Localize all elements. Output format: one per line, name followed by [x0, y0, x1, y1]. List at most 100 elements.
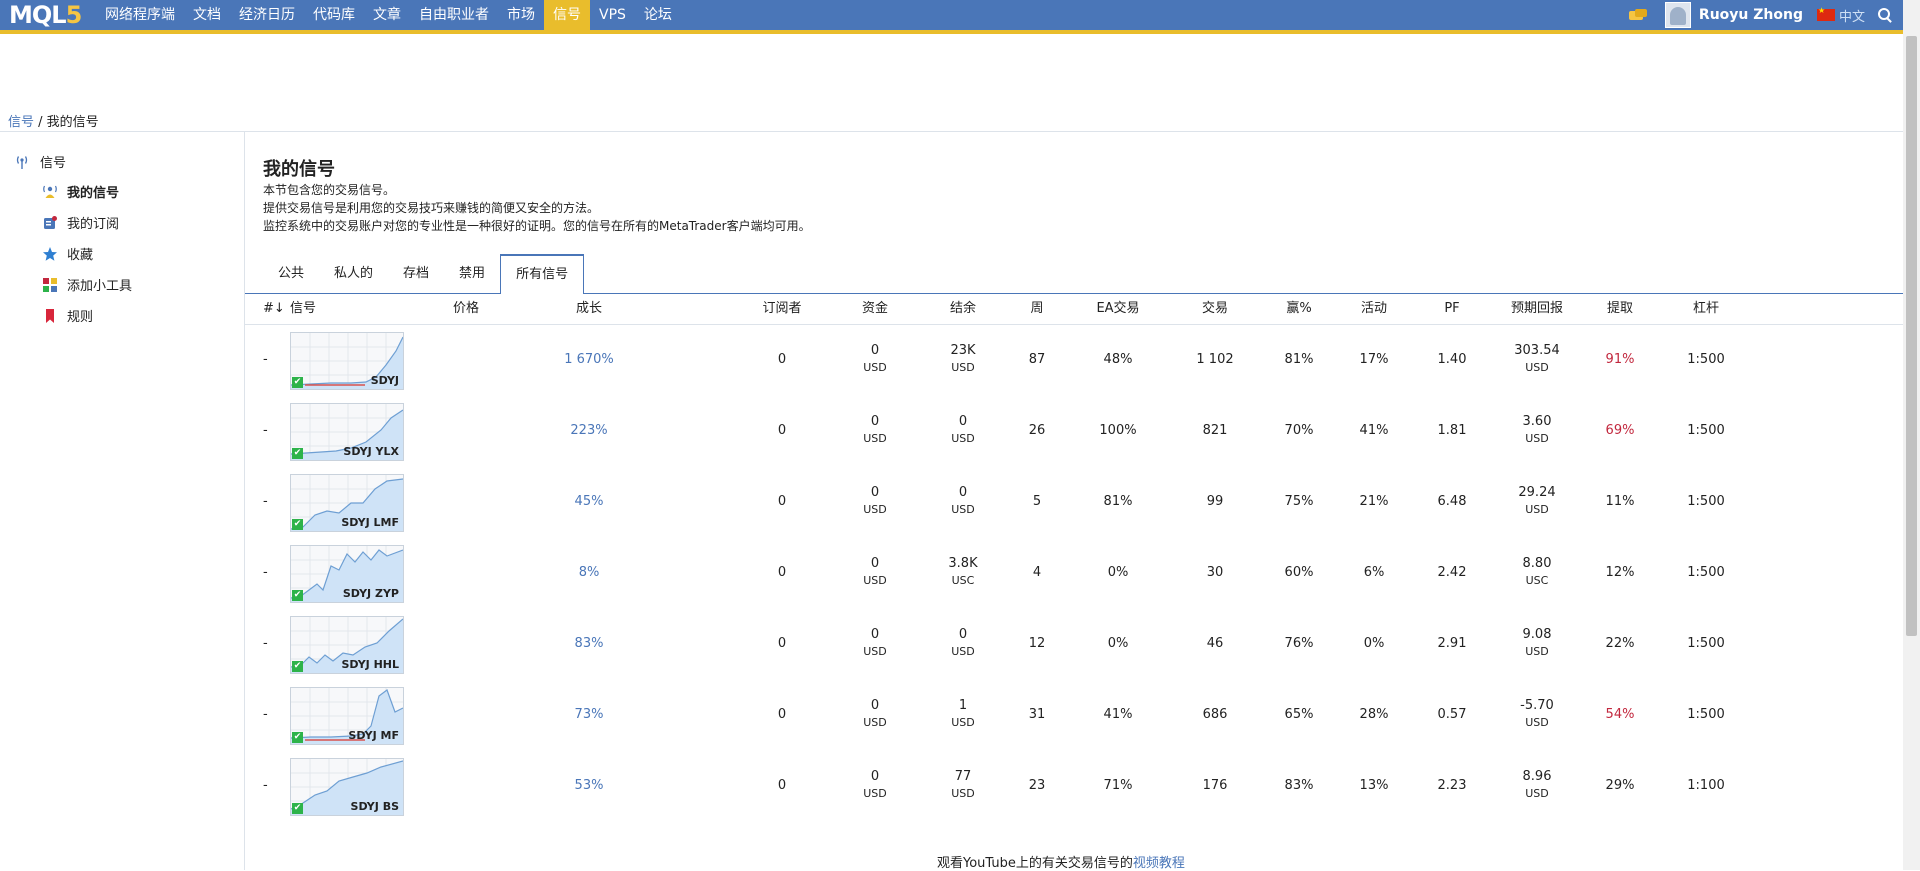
sidebar-item-add-widgets[interactable]: 添加小工具 [42, 275, 132, 294]
signal-chart-thumbnail[interactable]: ✔ SDYJ LMF [290, 474, 404, 532]
column-header-5[interactable]: 资金 [862, 294, 888, 324]
column-header-8[interactable]: EA交易 [1096, 294, 1139, 324]
cell-value: 83% [574, 636, 604, 651]
cell-subs: 0 [778, 777, 786, 794]
signal-chart-thumbnail[interactable]: ✔ SDYJ YLX [290, 403, 404, 461]
language-selector[interactable]: 中文 [1839, 6, 1865, 25]
sidebar-item-rules[interactable]: 规则 [42, 306, 93, 325]
nav-item-0[interactable]: 网络程序端 [96, 0, 184, 30]
tab-0[interactable]: 公共 [263, 255, 319, 293]
signal-name[interactable]: SDYJ MF [348, 729, 399, 742]
sidebar-root-signals[interactable]: 信号 [14, 152, 66, 171]
signal-chart-thumbnail[interactable]: ✔ SDYJ HHL [290, 616, 404, 674]
sidebar-item-my-subscriptions[interactable]: 我的订阅 [42, 213, 119, 232]
nav-item-8[interactable]: VPS [590, 0, 635, 30]
cell-weeks: 23 [1029, 777, 1046, 794]
cell-growth[interactable]: 83% [575, 635, 604, 652]
cell-value: - [263, 565, 268, 580]
cell-trades: 1 102 [1196, 351, 1233, 368]
cell-exp: 303.54 USD [1514, 342, 1560, 376]
table-row[interactable]: ✔ SDYJ - 1 670% 0 0 USD 23K USD 87 48% 1 102 81% 17% 1… [245, 324, 1903, 395]
cell-growth[interactable]: 45% [575, 493, 604, 510]
column-header-0[interactable]: #↓ [263, 294, 285, 324]
footer-note: 观看YouTube上的有关交易信号的视频教程 [937, 852, 1185, 871]
cell-pf: 6.48 [1438, 493, 1467, 510]
cell-dd: 29% [1606, 777, 1635, 794]
column-header-15[interactable]: 杠杆 [1693, 294, 1719, 324]
tab-1[interactable]: 私人的 [319, 255, 388, 293]
user-name-link[interactable]: Ruoyu Zhong [1699, 7, 1803, 23]
table-row[interactable]: ✔ SDYJ HHL - 83% 0 0 USD 0 USD 12 0% 46 76% 0% 2.91 9.0… [245, 608, 1903, 679]
mql5-logo[interactable]: MQL5 [9, 2, 82, 28]
column-header-11[interactable]: 活动 [1361, 294, 1387, 324]
signal-chart-thumbnail[interactable]: ✔ SDYJ BS [290, 758, 404, 816]
signal-name[interactable]: SDYJ HHL [341, 658, 399, 671]
cell-funds: 0 USD [863, 484, 887, 518]
column-header-1[interactable]: 信号 [290, 294, 316, 324]
column-header-14[interactable]: 提取 [1607, 294, 1633, 324]
table-row[interactable]: ✔ SDYJ LMF - 45% 0 0 USD 0 USD 5 81% 99 75% 21% 6.48 29… [245, 466, 1903, 537]
cell-value: - [263, 352, 268, 367]
nav-item-2[interactable]: 经济日历 [230, 0, 304, 30]
sidebar-item-favorites[interactable]: 收藏 [42, 244, 93, 263]
cell-value: 4 [1032, 565, 1042, 580]
tab-4[interactable]: 所有信号 [500, 254, 585, 294]
signal-chart-thumbnail[interactable]: ✔ SDYJ ZYP [290, 545, 404, 603]
nav-item-1[interactable]: 文档 [184, 0, 230, 30]
signal-chart-thumbnail[interactable]: ✔ SDYJ MF [290, 687, 404, 745]
video-tutorial-link[interactable]: 视频教程 [1133, 856, 1185, 871]
cell-value: 1 102 [1196, 352, 1234, 367]
cell-value: 0 [777, 494, 787, 509]
cell-activity: 13% [1360, 777, 1389, 794]
nav-item-3[interactable]: 代码库 [304, 0, 364, 30]
nav-item-4[interactable]: 文章 [364, 0, 410, 30]
table-row[interactable]: ✔ SDYJ MF - 73% 0 0 USD 1 USD 31 41% 686 65% 28% 0.57 -… [245, 679, 1903, 750]
cell-growth[interactable]: 1 670% [564, 351, 614, 368]
cell-value: 0 [870, 769, 880, 784]
cell-growth[interactable]: 8% [579, 564, 600, 581]
table-row[interactable]: ✔ SDYJ ZYP - 8% 0 0 USD 3.8K USC 4 0% 30 60% 6% 2.42 8.… [245, 537, 1903, 608]
nav-item-9[interactable]: 论坛 [635, 0, 681, 30]
scrollbar-thumb[interactable] [1906, 36, 1917, 636]
tab-2[interactable]: 存档 [388, 255, 444, 293]
breadcrumb-signals-link[interactable]: 信号 [8, 115, 34, 130]
column-header-10[interactable]: 赢% [1286, 294, 1311, 324]
table-row[interactable]: ✔ SDYJ YLX - 223% 0 0 USD 0 USD 26 100% 821 70% 41% 1.… [245, 395, 1903, 466]
cart-icon[interactable] [1628, 9, 1647, 21]
column-header-3[interactable]: 成长 [576, 294, 602, 324]
search-icon[interactable] [1877, 7, 1893, 23]
avatar[interactable] [1664, 2, 1691, 28]
column-header-12[interactable]: PF [1444, 294, 1459, 324]
nav-item-5[interactable]: 自由职业者 [410, 0, 498, 30]
cell-value: 821 [1202, 423, 1228, 438]
cell-growth[interactable]: 73% [575, 706, 604, 723]
verified-check-icon: ✔ [292, 661, 303, 672]
sidebar-item-my-signals[interactable]: 我的信号 [42, 182, 119, 201]
column-header-6[interactable]: 结余 [950, 294, 976, 324]
signal-name[interactable]: SDYJ YLX [343, 445, 399, 458]
cell-exp: 9.08 USD [1523, 626, 1552, 660]
cell-growth[interactable]: 53% [575, 777, 604, 794]
signal-name[interactable]: SDYJ BS [351, 800, 399, 813]
column-header-13[interactable]: 预期回报 [1511, 294, 1563, 324]
cell-exp: 3.60 USD [1523, 413, 1552, 447]
column-header-4[interactable]: 订阅者 [762, 294, 801, 324]
cell-value: 75% [1284, 494, 1314, 509]
page-scrollbar[interactable] [1903, 0, 1920, 870]
tab-3[interactable]: 禁用 [444, 255, 500, 293]
cell-growth[interactable]: 223% [570, 422, 607, 439]
signal-name[interactable]: SDYJ LMF [341, 516, 399, 529]
signal-name[interactable]: SDYJ [371, 374, 399, 387]
signal-name[interactable]: SDYJ ZYP [343, 587, 399, 600]
cell-lev: 1:500 [1687, 564, 1724, 581]
nav-item-6[interactable]: 市场 [498, 0, 544, 30]
nav-item-7[interactable]: 信号 [544, 0, 590, 30]
china-flag-icon[interactable] [1816, 6, 1835, 21]
column-header-7[interactable]: 周 [1030, 294, 1043, 324]
cell-currency: USD [1525, 432, 1549, 445]
table-row[interactable]: ✔ SDYJ BS - 53% 0 0 USD 77 USD 23 71% 176 83% 13% 2.23… [245, 750, 1903, 821]
column-header-9[interactable]: 交易 [1202, 294, 1228, 324]
cell-ea: 0% [1108, 564, 1129, 581]
column-header-2[interactable]: 价格 [453, 294, 479, 324]
signal-chart-thumbnail[interactable]: ✔ SDYJ [290, 332, 404, 390]
